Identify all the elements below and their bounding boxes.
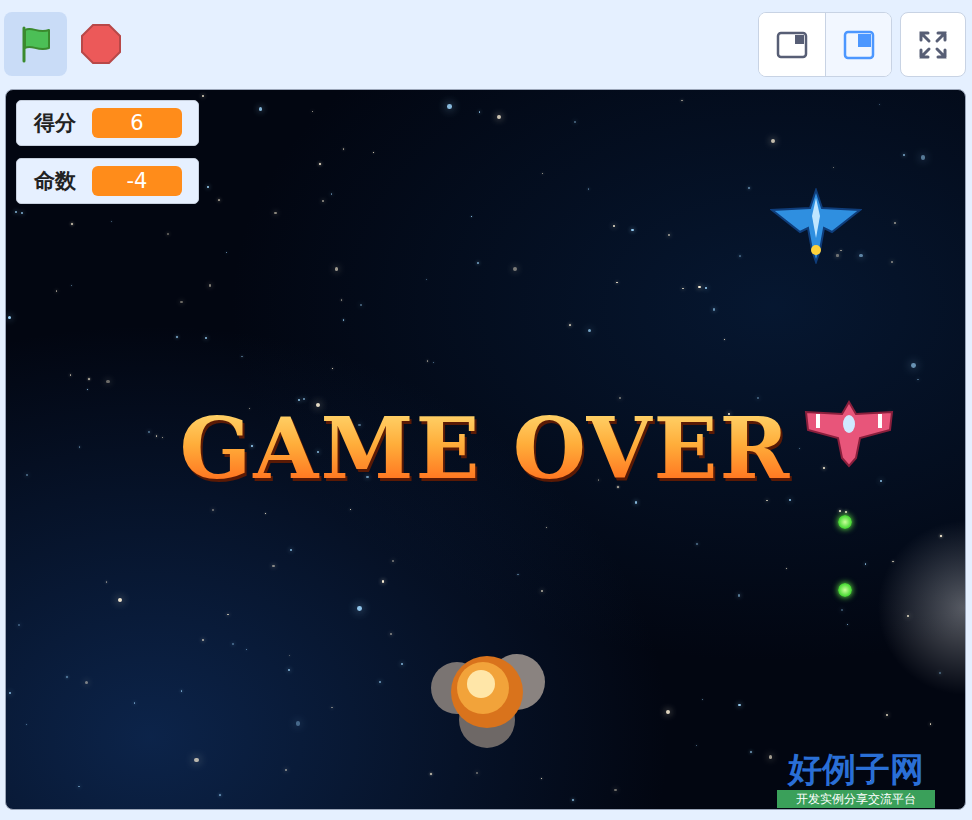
watermark-title: 好例子网 <box>777 749 935 790</box>
variable-monitor[interactable]: 命数 -4 <box>16 158 199 204</box>
enemy-plane-sprite <box>770 188 862 264</box>
stage[interactable]: 得分 6 命数 -4 GAME OVER 好例子网 开发实例分享交流平台 <box>5 89 966 810</box>
stage-size-button[interactable] <box>825 13 891 76</box>
monitor-value: -4 <box>92 166 182 196</box>
stage-size-button[interactable] <box>759 13 825 76</box>
scratch-player: 得分 6 命数 -4 GAME OVER 好例子网 开发实例分享交流平台 <box>0 0 972 820</box>
stage-size-group <box>758 12 892 77</box>
monitor-label: 得分 <box>34 109 76 137</box>
variable-monitor[interactable]: 得分 6 <box>16 100 199 146</box>
watermark-logo: 好例子网 开发实例分享交流平台 <box>777 749 935 808</box>
stop-icon <box>80 23 122 65</box>
explosion-sprite <box>427 642 551 750</box>
normal-stage-icon <box>843 30 875 60</box>
green-flag-button[interactable] <box>4 12 67 76</box>
game-over-layer: GAME OVER <box>6 90 965 809</box>
stop-button[interactable] <box>69 12 132 76</box>
toolbar <box>0 0 972 89</box>
fullscreen-button[interactable] <box>900 12 966 77</box>
bullet-sprite <box>838 515 852 529</box>
monitor-label: 命数 <box>34 167 76 195</box>
monitor-value: 6 <box>92 108 182 138</box>
bullet-sprite <box>838 583 852 597</box>
game-over-text: GAME OVER <box>180 401 792 498</box>
green-flag-icon <box>16 24 56 64</box>
fullscreen-icon <box>917 29 949 61</box>
watermark-subtitle: 开发实例分享交流平台 <box>777 790 935 808</box>
player-plane-sprite <box>804 400 894 468</box>
small-stage-icon <box>776 31 808 59</box>
variable-monitors: 得分 6 命数 -4 <box>16 100 199 204</box>
